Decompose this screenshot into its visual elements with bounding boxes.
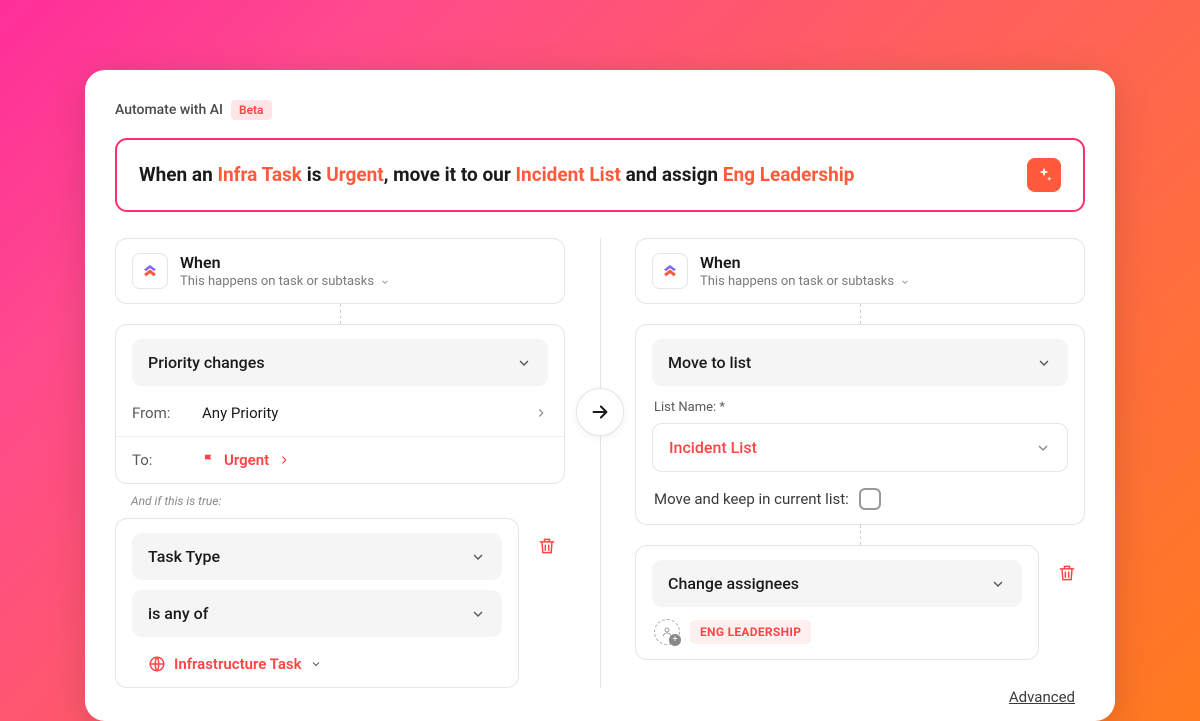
trash-icon (537, 536, 557, 556)
keep-in-list-checkbox[interactable] (859, 488, 881, 510)
action-when-block: When This happens on task or subtasks (635, 238, 1085, 304)
keep-in-list-label: Move and keep in current list: (654, 490, 849, 508)
flow-arrow (576, 388, 624, 436)
chevron-down-icon (900, 277, 910, 287)
add-assignee-button[interactable] (654, 619, 680, 645)
to-priority-row[interactable]: To: Urgent (116, 437, 564, 483)
trigger-type-dropdown[interactable]: Priority changes (132, 339, 548, 386)
chevron-right-icon (534, 406, 548, 420)
when-title: When (700, 253, 910, 272)
from-priority-row[interactable]: From: Any Priority (116, 390, 564, 436)
list-name-select[interactable]: Incident List (652, 423, 1068, 472)
move-to-list-action: Move to list List Name: * Incident List … (635, 324, 1085, 525)
when-scope-dropdown[interactable]: This happens on task or subtasks (700, 274, 910, 289)
condition-operator-dropdown[interactable]: is any of (132, 590, 502, 637)
list-name-label: List Name: * (654, 400, 1068, 415)
condition-block: Task Type is any of Infrastructure Task (115, 518, 519, 688)
clickup-logo-icon (132, 253, 168, 289)
globe-icon (148, 655, 166, 673)
action-type-dropdown[interactable]: Change assignees (652, 560, 1022, 607)
arrow-right-icon (589, 401, 611, 423)
flag-icon (202, 453, 216, 467)
action-type-dropdown[interactable]: Move to list (652, 339, 1068, 386)
trash-icon (1057, 563, 1077, 583)
change-assignees-action: Change assignees ENG LEADERSHIP (635, 545, 1039, 660)
chevron-down-icon (470, 606, 486, 622)
when-title: When (180, 253, 390, 272)
chevron-down-icon (470, 549, 486, 565)
automate-header: Automate with AI Beta (115, 100, 1085, 120)
chevron-down-icon (310, 658, 322, 670)
automate-label: Automate with AI (115, 102, 223, 118)
sparkle-icon (1035, 166, 1053, 184)
ai-generate-button[interactable] (1027, 158, 1061, 192)
chevron-down-icon (516, 355, 532, 371)
condition-label: And if this is true: (115, 484, 565, 518)
chevron-down-icon (1036, 355, 1052, 371)
chevron-right-icon (277, 453, 291, 467)
ai-prompt-input[interactable]: When an Infra Task is Urgent, move it to… (115, 138, 1085, 212)
column-divider (600, 238, 601, 688)
chevron-down-icon (990, 576, 1006, 592)
delete-condition-button[interactable] (529, 528, 565, 564)
condition-value[interactable]: Infrastructure Task (132, 647, 502, 673)
trigger-when-block: When This happens on task or subtasks (115, 238, 565, 304)
person-icon (661, 626, 673, 638)
advanced-link[interactable]: Advanced (1009, 688, 1075, 706)
clickup-logo-icon (652, 253, 688, 289)
condition-field-dropdown[interactable]: Task Type (132, 533, 502, 580)
chevron-down-icon (1035, 440, 1051, 456)
assignee-chip[interactable]: ENG LEADERSHIP (690, 620, 811, 644)
chevron-down-icon (380, 277, 390, 287)
beta-badge: Beta (231, 100, 272, 120)
delete-action-button[interactable] (1049, 555, 1085, 591)
priority-trigger-block: Priority changes From: Any Priority To: (115, 324, 565, 484)
when-scope-dropdown[interactable]: This happens on task or subtasks (180, 274, 390, 289)
